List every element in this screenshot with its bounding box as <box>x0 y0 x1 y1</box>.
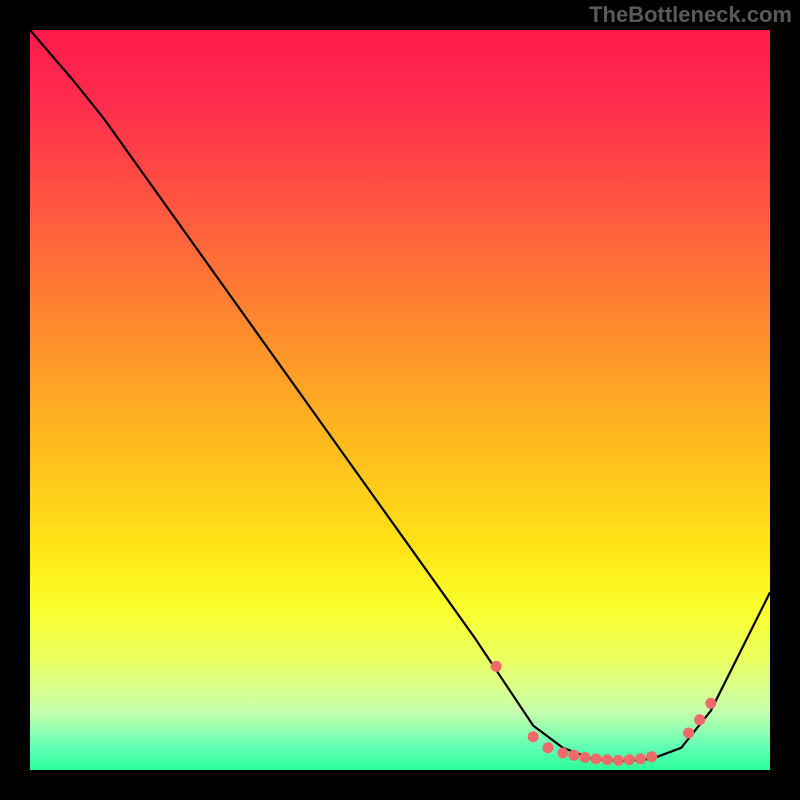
watermark-text: TheBottleneck.com <box>589 2 792 28</box>
marker-dot <box>683 728 694 739</box>
curve-line <box>30 30 770 761</box>
marker-dot <box>705 698 716 709</box>
marker-dot <box>543 742 554 753</box>
marker-dot <box>591 753 602 764</box>
chart-overlay <box>30 30 770 770</box>
marker-dot <box>635 753 646 764</box>
marker-dot <box>580 752 591 763</box>
marker-dot <box>491 661 502 672</box>
plot-area <box>30 30 770 770</box>
marker-dot <box>557 748 568 759</box>
marker-dot <box>646 751 657 762</box>
marker-dot <box>528 731 539 742</box>
marker-dot <box>694 714 705 725</box>
marker-dot <box>568 750 579 761</box>
marker-dot <box>602 754 613 765</box>
marker-dot <box>613 755 624 766</box>
marker-dot <box>624 754 635 765</box>
